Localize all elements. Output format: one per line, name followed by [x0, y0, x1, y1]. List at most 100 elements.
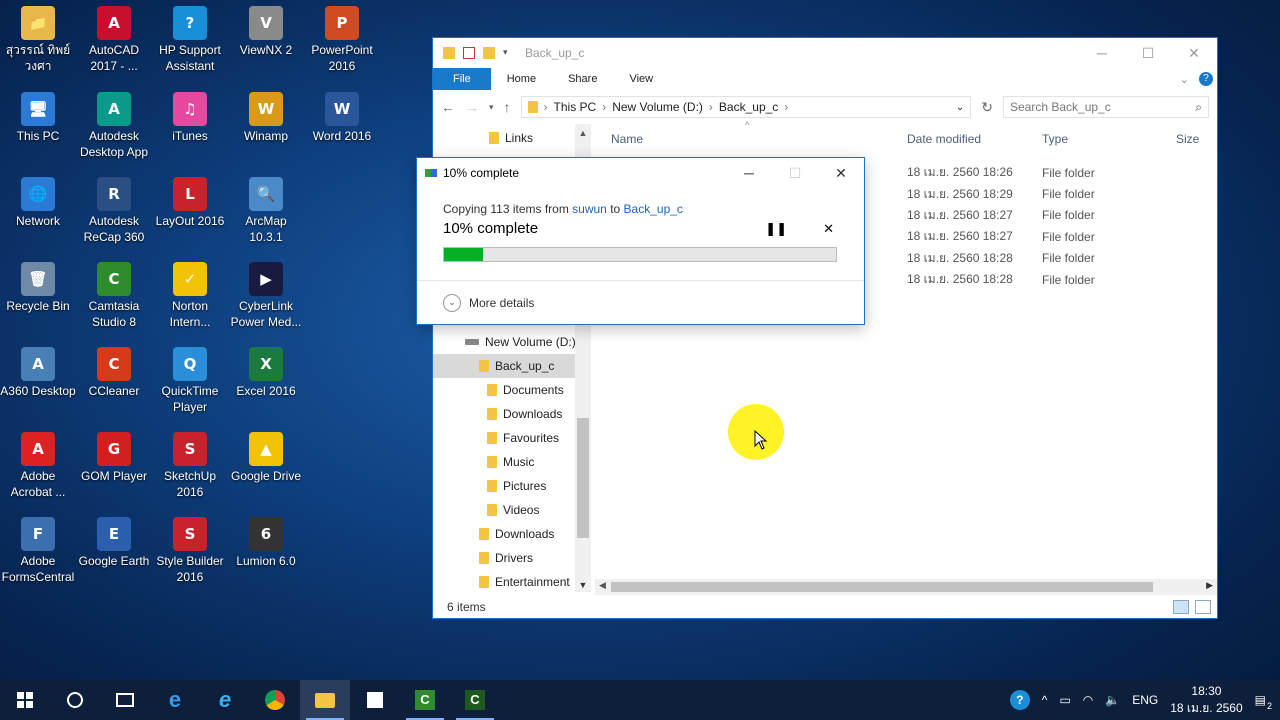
column-date[interactable]: Date modified [907, 132, 981, 146]
nav-item[interactable]: Drivers [433, 546, 591, 570]
desktop-icon[interactable]: ♫ iTunes [152, 92, 228, 144]
language-indicator[interactable]: ENG [1132, 693, 1158, 707]
desktop-icon[interactable]: G GOM Player [76, 432, 152, 484]
search-box[interactable]: Search Back_up_c ⌕ [1003, 96, 1209, 118]
help-tray-icon[interactable]: ? [1009, 690, 1030, 710]
nav-item[interactable]: Pictures [433, 474, 591, 498]
action-center-icon[interactable]: ▤ 2 [1255, 693, 1272, 711]
taskbar-edge[interactable]: e [150, 680, 200, 720]
task-view-button[interactable] [100, 680, 150, 720]
refresh-button[interactable]: ↻ [981, 99, 993, 116]
close-button[interactable]: ✕ [1171, 38, 1217, 68]
nav-item[interactable]: Videos [433, 498, 591, 522]
scroll-right-icon[interactable]: ▶ [1206, 580, 1213, 591]
nav-item[interactable]: Downloads [433, 522, 591, 546]
large-icons-view-button[interactable] [1195, 600, 1211, 614]
scroll-left-icon[interactable]: ◀ [599, 580, 606, 591]
breadcrumb-new-volume[interactable]: New Volume (D:) [612, 100, 703, 114]
nav-item[interactable]: Documents [433, 378, 591, 402]
cancel-copy-button[interactable]: ✕ [823, 221, 834, 237]
desktop-icon[interactable]: W Word 2016 [304, 92, 380, 144]
taskbar-chrome[interactable] [250, 680, 300, 720]
table-row[interactable]: 18 เม.ย. 2560 18:28 File folder [907, 269, 1095, 290]
desktop-icon[interactable]: ? HP Support Assistant [152, 6, 228, 74]
tab-view[interactable]: View [613, 68, 669, 90]
nav-item[interactable]: Back_up_c [433, 354, 591, 378]
battery-icon[interactable]: ▭ [1059, 693, 1070, 707]
show-hidden-icons-icon[interactable]: ^ [1042, 693, 1048, 707]
back-button[interactable]: ← [441, 99, 455, 115]
taskbar-file-explorer[interactable] [300, 680, 350, 720]
tab-share[interactable]: Share [552, 68, 613, 90]
new-folder-icon[interactable] [483, 47, 495, 59]
desktop-icon[interactable]: E Google Earth [76, 517, 152, 569]
column-type[interactable]: Type [1042, 132, 1068, 146]
desktop-icon[interactable]: S Style Builder 2016 [152, 517, 228, 585]
nav-item[interactable]: New Volume (D:) [433, 330, 591, 354]
table-row[interactable]: 18 เม.ย. 2560 18:26 File folder [907, 162, 1095, 183]
help-icon[interactable]: ? [1199, 72, 1213, 86]
desktop-icon[interactable]: 🌐 Network [0, 177, 76, 229]
nav-item[interactable]: Downloads [433, 402, 591, 426]
desktop-icon[interactable]: 🗑 Recycle Bin [0, 262, 76, 314]
expand-ribbon-icon[interactable]: ⌄ [1180, 73, 1189, 86]
forward-button[interactable]: → [465, 99, 479, 115]
minimize-button[interactable]: ─ [1079, 38, 1125, 68]
taskbar-camtasia-2[interactable]: C [450, 680, 500, 720]
desktop-icon[interactable]: Q QuickTime Player [152, 347, 228, 415]
table-row[interactable]: 18 เม.ย. 2560 18:27 File folder [907, 205, 1095, 226]
nav-scroll-thumb[interactable] [577, 418, 589, 538]
desktop-icon[interactable]: W Winamp [228, 92, 304, 144]
scroll-down-icon[interactable]: ▼ [575, 580, 591, 590]
maximize-button[interactable]: ☐ [1125, 38, 1171, 68]
desktop-icon[interactable]: L LayOut 2016 [152, 177, 228, 229]
desktop-icon[interactable]: C CCleaner [76, 347, 152, 399]
desktop-icon[interactable]: A A360 Desktop [0, 347, 76, 399]
address-bar[interactable]: › This PC › New Volume (D:) › Back_up_c … [520, 96, 972, 118]
tab-home[interactable]: Home [491, 68, 552, 90]
explorer-titlebar[interactable]: ▾ Back_up_c ─ ☐ ✕ [433, 38, 1217, 68]
scroll-up-icon[interactable]: ▲ [575, 128, 591, 138]
desktop-icon[interactable]: V ViewNX 2 [228, 6, 304, 58]
nav-item[interactable]: Links [433, 126, 591, 150]
taskbar-camtasia-1[interactable]: C [400, 680, 450, 720]
dialog-titlebar[interactable]: 10% complete ─ ☐ ✕ [417, 158, 864, 188]
pause-button[interactable]: ❚❚ [765, 221, 787, 237]
taskbar-store[interactable] [350, 680, 400, 720]
desktop-icon[interactable]: ▶ CyberLink Power Med... [228, 262, 304, 330]
dialog-close-button[interactable]: ✕ [818, 158, 864, 188]
nav-item[interactable]: Favourites [433, 426, 591, 450]
details-view-button[interactable] [1173, 600, 1189, 614]
destination-link[interactable]: Back_up_c [624, 202, 683, 216]
desktop-icon[interactable]: X Excel 2016 [228, 347, 304, 399]
customize-qat-icon[interactable]: ▾ [503, 47, 515, 59]
desktop-icon[interactable]: 🖥 This PC [0, 92, 76, 144]
desktop-icon[interactable]: 6 Lumion 6.0 [228, 517, 304, 569]
address-dropdown-icon[interactable]: ⌄ [956, 102, 964, 113]
table-row[interactable]: 18 เม.ย. 2560 18:28 File folder [907, 248, 1095, 269]
table-row[interactable]: 18 เม.ย. 2560 18:29 File folder [907, 183, 1095, 204]
desktop-icon[interactable]: ▲ Google Drive [228, 432, 304, 484]
nav-item[interactable]: Entertainment [433, 570, 591, 592]
desktop-icon[interactable]: A Autodesk Desktop App [76, 92, 152, 160]
desktop-icon[interactable]: 📁 สุวรรณ์ ทิพย์วงศา [0, 6, 76, 74]
column-size[interactable]: Size [1176, 132, 1199, 146]
desktop-icon[interactable]: F Adobe FormsCentral [0, 517, 76, 585]
wifi-icon[interactable]: ◠ [1083, 693, 1093, 707]
start-button[interactable] [0, 680, 50, 720]
desktop-icon[interactable]: R Autodesk ReCap 360 [76, 177, 152, 245]
table-row[interactable]: 18 เม.ย. 2560 18:27 File folder [907, 226, 1095, 247]
desktop-icon[interactable]: A AutoCAD 2017 - ... [76, 6, 152, 74]
clock[interactable]: 18:30 18 เม.ย. 2560 [1170, 683, 1242, 717]
volume-icon[interactable]: 🔈 [1105, 693, 1120, 707]
desktop-icon[interactable]: A Adobe Acrobat ... [0, 432, 76, 500]
source-link[interactable]: suwun [572, 202, 607, 216]
horizontal-scroll-thumb[interactable] [611, 582, 1153, 592]
breadcrumb-this-pc[interactable]: This PC [554, 100, 597, 114]
desktop-icon[interactable]: P PowerPoint 2016 [304, 6, 380, 74]
up-button[interactable]: ↑ [504, 99, 511, 115]
breadcrumb-back-up-c[interactable]: Back_up_c [719, 100, 778, 114]
cortana-search-button[interactable] [50, 680, 100, 720]
properties-icon[interactable] [463, 47, 475, 59]
nav-item[interactable]: Music [433, 450, 591, 474]
